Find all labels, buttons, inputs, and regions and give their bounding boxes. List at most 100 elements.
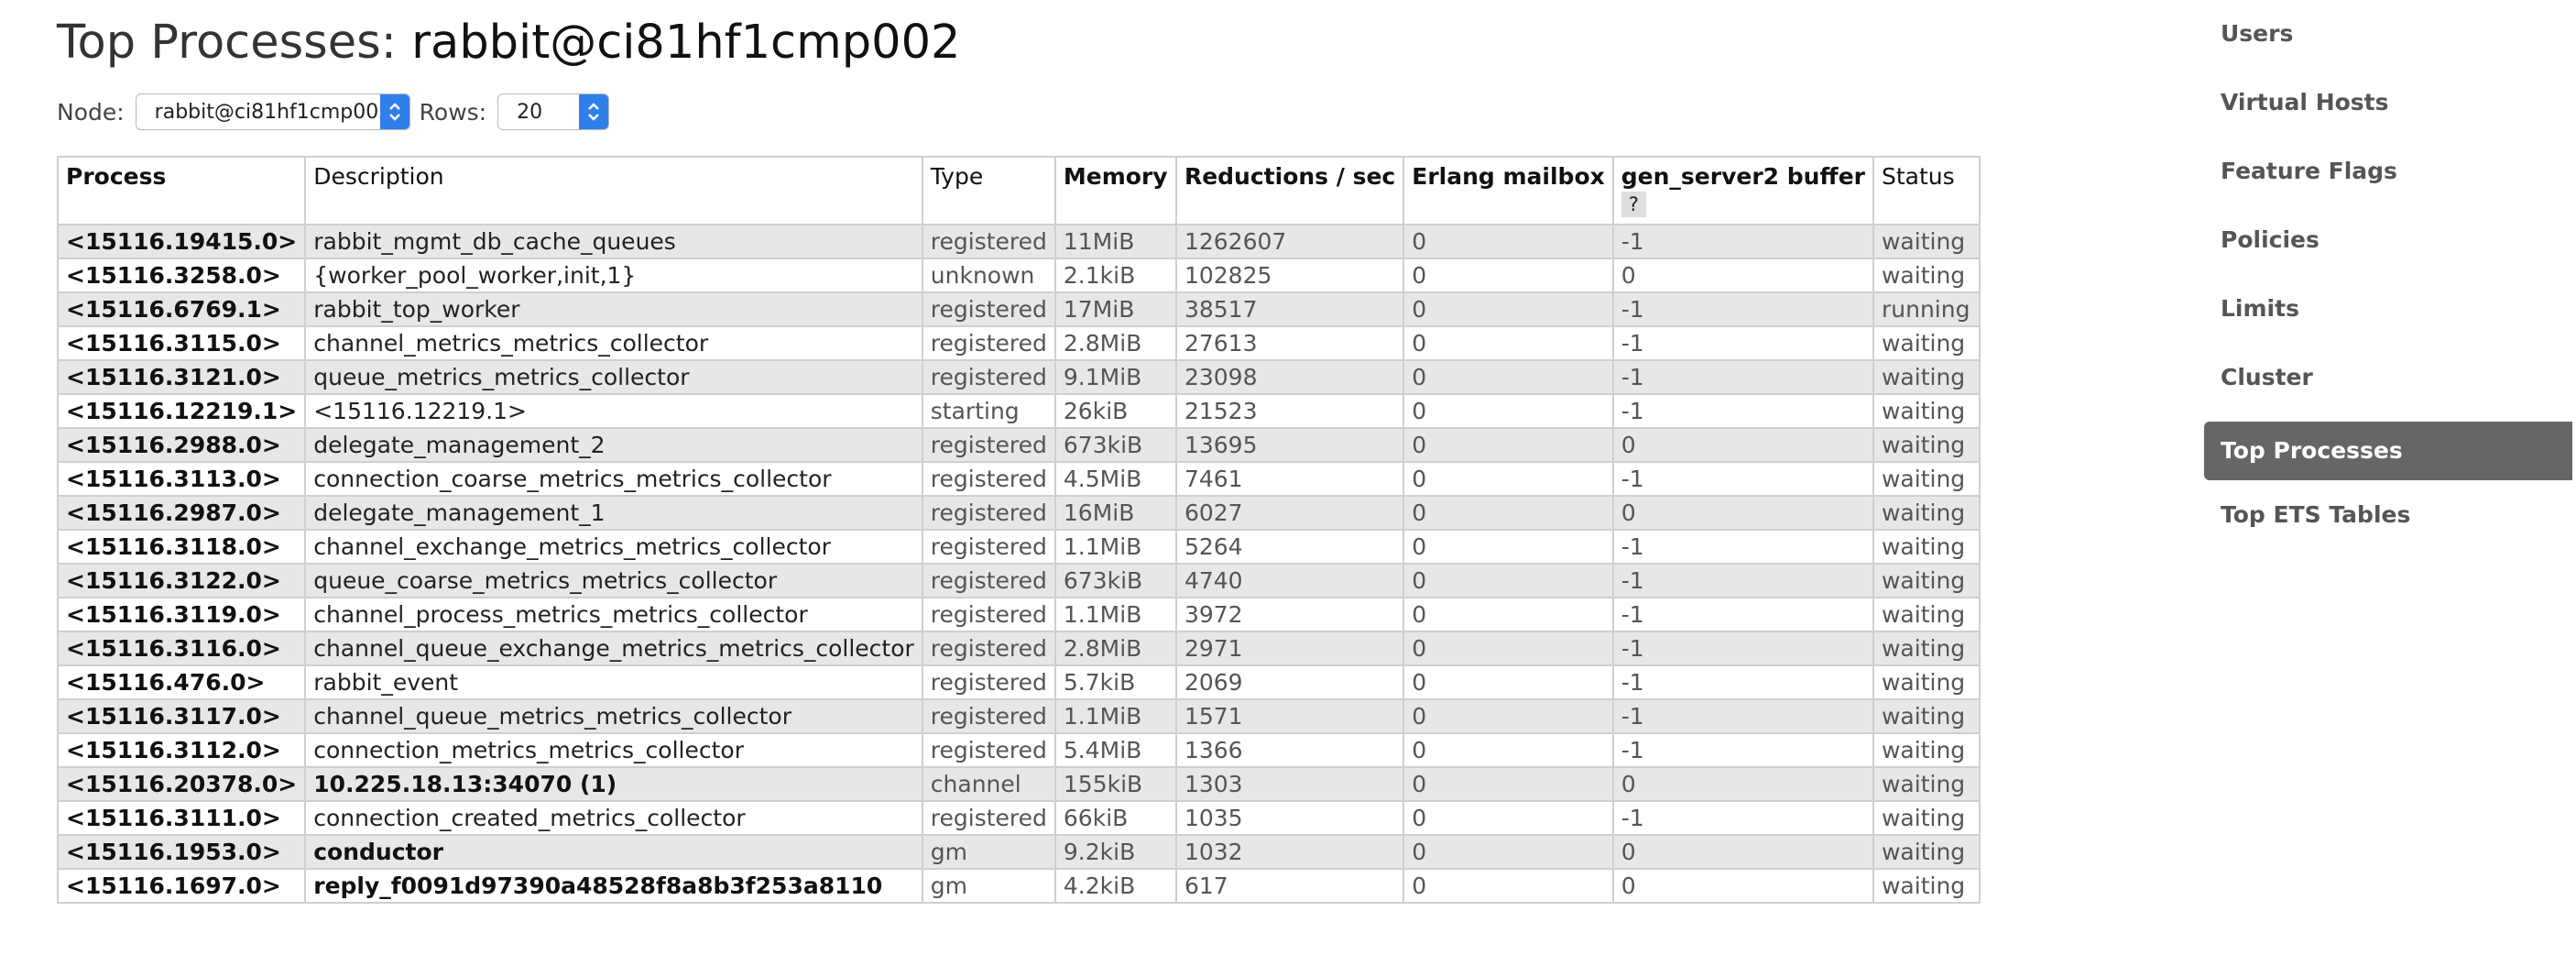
cell-status: waiting	[1872, 868, 1981, 904]
cell-process[interactable]: <15116.476.0>	[56, 664, 307, 700]
cell-type: registered	[921, 698, 1056, 734]
cell-type: gm	[921, 868, 1056, 904]
cell-mailbox: 0	[1403, 495, 1614, 531]
header-description[interactable]: Description	[304, 156, 923, 225]
cell-buffer: -1	[1611, 597, 1874, 632]
cell-process[interactable]: <15116.3113.0>	[56, 461, 307, 497]
cell-process[interactable]: <15116.3122.0>	[56, 563, 307, 598]
cell-buffer: 0	[1611, 427, 1874, 463]
sidebar-item-policies[interactable]: Policies	[2204, 215, 2572, 274]
cell-status: waiting	[1872, 732, 1981, 768]
cell-process[interactable]: <15116.3117.0>	[56, 698, 307, 734]
cell-description: channel_metrics_metrics_collector	[304, 325, 923, 361]
cell-process[interactable]: <15116.3258.0>	[56, 258, 307, 293]
node-select-value: rabbit@ci81hf1cmp002	[154, 100, 392, 124]
cell-type: registered	[921, 529, 1056, 565]
cell-type: registered	[921, 800, 1056, 836]
header-gen-server2-buffer-label: gen_server2 buffer	[1621, 163, 1865, 190]
table-row: <15116.1953.0> conductor gm 9.2kiB 1032 0 0 wai…	[56, 834, 1981, 870]
cell-process[interactable]: <15116.12219.1>	[56, 393, 307, 429]
cell-buffer: -1	[1611, 732, 1874, 768]
table-row: <15116.3122.0> queue_coarse_metrics_metri…	[56, 563, 1981, 598]
controls-bar: Node: rabbit@ci81hf1cmp002 Rows: 20	[57, 92, 618, 132]
cell-reductions: 1262607	[1174, 224, 1405, 259]
cell-memory: 9.2kiB	[1053, 834, 1177, 870]
cell-process[interactable]: <15116.19415.0>	[56, 224, 307, 259]
cell-process[interactable]: <15116.3119.0>	[56, 597, 307, 632]
cell-mailbox: 0	[1403, 393, 1614, 429]
sidebar-item-users[interactable]: Users	[2204, 9, 2572, 68]
cell-process[interactable]: <15116.2987.0>	[56, 495, 307, 531]
cell-buffer: -1	[1611, 698, 1874, 734]
cell-process[interactable]: <15116.3111.0>	[56, 800, 307, 836]
cell-buffer: -1	[1611, 461, 1874, 497]
cell-description: reply_f0091d97390a48528f8a8b3f253a8110	[304, 868, 923, 904]
sidebar-item-virtual-hosts[interactable]: Virtual Hosts	[2204, 78, 2572, 137]
cell-process[interactable]: <15116.3115.0>	[56, 325, 307, 361]
cell-process[interactable]: <15116.1953.0>	[56, 834, 307, 870]
table-row: <15116.3118.0> channel_exchange_metrics_m…	[56, 529, 1981, 565]
cell-type: starting	[921, 393, 1056, 429]
cell-buffer: -1	[1611, 664, 1874, 700]
cell-process[interactable]: <15116.20378.0>	[56, 766, 307, 802]
cell-description: connection_coarse_metrics_metrics_collec…	[304, 461, 923, 497]
cell-process[interactable]: <15116.3116.0>	[56, 631, 307, 666]
sidebar-item-feature-flags[interactable]: Feature Flags	[2204, 147, 2572, 205]
cell-description: channel_queue_metrics_metrics_collector	[304, 698, 923, 734]
cell-mailbox: 0	[1403, 291, 1614, 327]
chevron-up-down-icon	[579, 94, 609, 129]
table-row: <15116.3121.0> queue_metrics_metrics_coll…	[56, 359, 1981, 395]
cell-process[interactable]: <15116.3112.0>	[56, 732, 307, 768]
rows-select[interactable]: 20	[497, 93, 610, 130]
cell-buffer: -1	[1611, 563, 1874, 598]
cell-mailbox: 0	[1403, 698, 1614, 734]
cell-mailbox: 0	[1403, 868, 1614, 904]
cell-description: connection_metrics_metrics_collector	[304, 732, 923, 768]
cell-process[interactable]: <15116.1697.0>	[56, 868, 307, 904]
sidebar-item-top-ets-tables[interactable]: Top ETS Tables	[2204, 490, 2572, 549]
cell-mailbox: 0	[1403, 563, 1614, 598]
cell-buffer: 0	[1611, 834, 1874, 870]
chevron-up-down-icon	[379, 94, 409, 129]
sidebar-item-limits[interactable]: Limits	[2204, 284, 2572, 343]
table-row: <15116.3112.0> connection_metrics_metrics…	[56, 732, 1981, 768]
cell-type: gm	[921, 834, 1056, 870]
cell-status: waiting	[1872, 766, 1981, 802]
cell-process[interactable]: <15116.2988.0>	[56, 427, 307, 463]
sidebar-item-cluster[interactable]: Cluster	[2204, 353, 2572, 412]
cell-description: queue_metrics_metrics_collector	[304, 359, 923, 395]
cell-mailbox: 0	[1403, 597, 1614, 632]
cell-buffer: 0	[1611, 766, 1874, 802]
cell-reductions: 27613	[1174, 325, 1405, 361]
cell-process[interactable]: <15116.3121.0>	[56, 359, 307, 395]
cell-reductions: 4740	[1174, 563, 1405, 598]
header-process[interactable]: Process	[56, 156, 307, 225]
cell-memory: 2.1kiB	[1053, 258, 1177, 293]
header-gen-server2-buffer[interactable]: gen_server2 buffer ?	[1611, 156, 1874, 225]
cell-memory: 26kiB	[1053, 393, 1177, 429]
node-select[interactable]: rabbit@ci81hf1cmp002	[135, 93, 410, 130]
header-type[interactable]: Type	[921, 156, 1056, 225]
cell-memory: 2.8MiB	[1053, 325, 1177, 361]
sidebar-item-top-processes[interactable]: Top Processes	[2204, 422, 2572, 480]
header-reductions[interactable]: Reductions / sec	[1174, 156, 1405, 225]
header-memory[interactable]: Memory	[1053, 156, 1177, 225]
table-row: <15116.19415.0> rabbit_mgmt_db_cache_queu…	[56, 224, 1981, 259]
cell-memory: 16MiB	[1053, 495, 1177, 531]
cell-process[interactable]: <15116.6769.1>	[56, 291, 307, 327]
cell-reductions: 2069	[1174, 664, 1405, 700]
table-row: <15116.3111.0> connection_created_metrics…	[56, 800, 1981, 836]
cell-memory: 11MiB	[1053, 224, 1177, 259]
cell-status: waiting	[1872, 698, 1981, 734]
header-erlang-mailbox[interactable]: Erlang mailbox	[1403, 156, 1614, 225]
cell-process[interactable]: <15116.3118.0>	[56, 529, 307, 565]
cell-mailbox: 0	[1403, 766, 1614, 802]
cell-description: rabbit_event	[304, 664, 923, 700]
cell-memory: 1.1MiB	[1053, 698, 1177, 734]
cell-reductions: 3972	[1174, 597, 1405, 632]
cell-description: channel_exchange_metrics_metrics_collect…	[304, 529, 923, 565]
help-button[interactable]: ?	[1621, 192, 1646, 217]
table-row: <15116.476.0> rabbit_event registered 5.7ki…	[56, 664, 1981, 700]
header-status[interactable]: Status	[1872, 156, 1981, 225]
cell-reductions: 1571	[1174, 698, 1405, 734]
